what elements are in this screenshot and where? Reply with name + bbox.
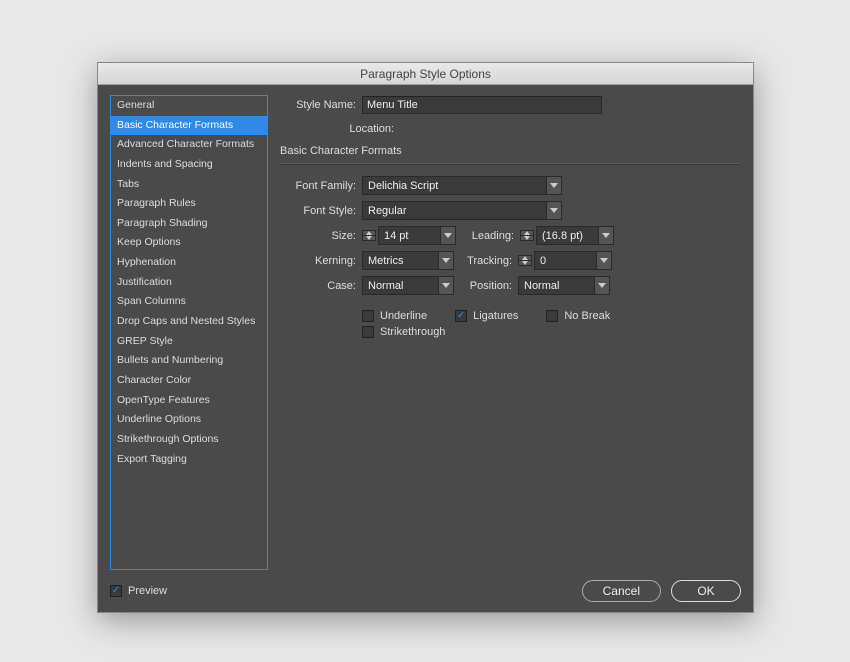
sidebar-item[interactable]: OpenType Features <box>111 391 267 411</box>
size-combo[interactable]: 14 pt <box>378 226 456 245</box>
chevron-down-icon[interactable] <box>546 201 562 220</box>
case-combo[interactable]: Normal <box>362 276 454 295</box>
titlebar: Paragraph Style Options <box>98 63 753 85</box>
sidebar-item[interactable]: Advanced Character Formats <box>111 135 267 155</box>
sidebar-item[interactable]: Keep Options <box>111 233 267 253</box>
leading-combo[interactable]: (16.8 pt) <box>536 226 614 245</box>
tracking-combo[interactable]: 0 <box>534 251 612 270</box>
checkbox-row-1: Underline Ligatures No Break <box>280 310 741 322</box>
sidebar-item[interactable]: Strikethrough Options <box>111 430 267 450</box>
sidebar-item[interactable]: Drop Caps and Nested Styles <box>111 312 267 332</box>
dialog-body: GeneralBasic Character FormatsAdvanced C… <box>98 85 753 612</box>
preview-check[interactable]: Preview <box>110 585 167 597</box>
nobreak-label: No Break <box>564 310 610 322</box>
main-panel: Style Name: Location: Basic Character Fo… <box>280 95 741 570</box>
cancel-button[interactable]: Cancel <box>582 580 661 602</box>
tracking-stepper[interactable] <box>518 255 532 266</box>
sidebar-item[interactable]: Bullets and Numbering <box>111 351 267 371</box>
sidebar-item[interactable]: Paragraph Rules <box>111 194 267 214</box>
arrow-down-icon[interactable] <box>520 236 534 241</box>
checkbox-icon[interactable] <box>110 585 122 597</box>
tracking-value: 0 <box>534 251 596 270</box>
ligatures-label: Ligatures <box>473 310 518 322</box>
position-value: Normal <box>518 276 594 295</box>
dialog-footer: Preview Cancel OK <box>110 570 741 602</box>
size-value: 14 pt <box>378 226 440 245</box>
chevron-down-icon[interactable] <box>438 276 454 295</box>
case-position-row: Case: Normal Position: Normal <box>280 275 741 296</box>
style-name-input[interactable] <box>362 96 602 114</box>
checkbox-icon[interactable] <box>546 310 558 322</box>
sidebar-item[interactable]: Indents and Spacing <box>111 155 267 175</box>
chevron-down-icon[interactable] <box>546 176 562 195</box>
location-label: Location: <box>280 123 400 135</box>
font-style-value: Regular <box>362 201 546 220</box>
leading-value: (16.8 pt) <box>536 226 598 245</box>
sidebar-item[interactable]: Tabs <box>111 175 267 195</box>
sidebar-item[interactable]: Justification <box>111 273 267 293</box>
strikethrough-label: Strikethrough <box>380 326 445 338</box>
font-style-row: Font Style: Regular <box>280 200 741 221</box>
checkbox-icon[interactable] <box>362 326 374 338</box>
sidebar-item[interactable]: Export Tagging <box>111 450 267 470</box>
sidebar-item[interactable]: General <box>111 96 267 116</box>
leading-label: Leading: <box>456 230 520 242</box>
arrow-down-icon[interactable] <box>518 261 532 266</box>
kerning-tracking-row: Kerning: Metrics Tracking: 0 <box>280 250 741 271</box>
font-family-row: Font Family: Delichia Script <box>280 175 741 196</box>
nobreak-check[interactable]: No Break <box>546 310 610 322</box>
kerning-label: Kerning: <box>280 255 362 267</box>
font-family-combo[interactable]: Delichia Script <box>362 176 562 195</box>
underline-label: Underline <box>380 310 427 322</box>
sidebar-item[interactable]: Character Color <box>111 371 267 391</box>
checkbox-icon[interactable] <box>362 310 374 322</box>
underline-check[interactable]: Underline <box>362 310 427 322</box>
kerning-combo[interactable]: Metrics <box>362 251 454 270</box>
sidebar-item[interactable]: Span Columns <box>111 292 267 312</box>
sidebar-item[interactable]: Basic Character Formats <box>111 116 267 136</box>
case-value: Normal <box>362 276 438 295</box>
size-stepper[interactable] <box>362 230 376 241</box>
category-sidebar[interactable]: GeneralBasic Character FormatsAdvanced C… <box>110 95 268 570</box>
font-style-label: Font Style: <box>280 205 362 217</box>
tracking-label: Tracking: <box>454 255 518 267</box>
font-family-label: Font Family: <box>280 180 362 192</box>
font-family-value: Delichia Script <box>362 176 546 195</box>
arrow-down-icon[interactable] <box>362 236 376 241</box>
checkbox-icon[interactable] <box>455 310 467 322</box>
location-row: Location: <box>280 119 741 139</box>
window-title: Paragraph Style Options <box>360 67 491 81</box>
style-name-label: Style Name: <box>280 99 362 111</box>
preview-label: Preview <box>128 585 167 597</box>
chevron-down-icon[interactable] <box>598 226 614 245</box>
leading-stepper[interactable] <box>520 230 534 241</box>
size-label: Size: <box>280 230 362 242</box>
checkbox-row-2: Strikethrough <box>280 326 741 338</box>
strikethrough-check[interactable]: Strikethrough <box>362 326 445 338</box>
chevron-down-icon[interactable] <box>596 251 612 270</box>
kerning-value: Metrics <box>362 251 438 270</box>
upper-area: GeneralBasic Character FormatsAdvanced C… <box>110 95 741 570</box>
sidebar-item[interactable]: GREP Style <box>111 332 267 352</box>
style-name-row: Style Name: <box>280 95 741 115</box>
section-title: Basic Character Formats <box>280 145 741 157</box>
position-label: Position: <box>454 280 518 292</box>
ok-button[interactable]: OK <box>671 580 741 602</box>
sidebar-item[interactable]: Hyphenation <box>111 253 267 273</box>
size-leading-row: Size: 14 pt Leading: (16 <box>280 225 741 246</box>
ligatures-check[interactable]: Ligatures <box>455 310 518 322</box>
sidebar-item[interactable]: Paragraph Shading <box>111 214 267 234</box>
chevron-down-icon[interactable] <box>440 226 456 245</box>
case-label: Case: <box>280 280 362 292</box>
position-combo[interactable]: Normal <box>518 276 610 295</box>
dialog-window: Paragraph Style Options GeneralBasic Cha… <box>97 62 754 613</box>
chevron-down-icon[interactable] <box>438 251 454 270</box>
chevron-down-icon[interactable] <box>594 276 610 295</box>
sidebar-item[interactable]: Underline Options <box>111 410 267 430</box>
section-divider <box>280 163 741 165</box>
font-style-combo[interactable]: Regular <box>362 201 562 220</box>
